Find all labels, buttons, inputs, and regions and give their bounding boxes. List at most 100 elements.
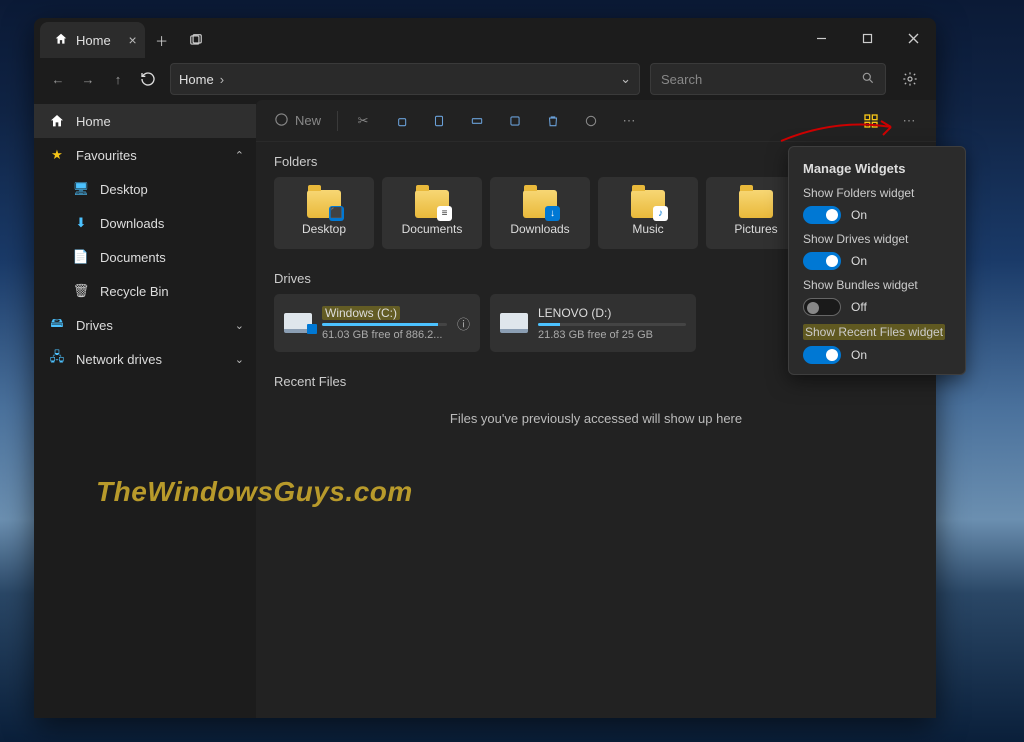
drive-item[interactable]: Windows (C:) 61.03 GB free of 886.2... ⓘ [274,294,480,352]
back-button[interactable]: ← [44,65,72,93]
chevron-up-icon[interactable]: ⌃ [235,149,244,162]
cut-button[interactable]: ✂ [346,106,380,136]
circle-plus-icon [274,112,289,130]
navbar: ← → ↑ Home › ⌄ Search [34,58,936,100]
toggle-switch[interactable] [803,252,841,270]
up-button[interactable]: ↑ [104,65,132,93]
toggle-value: Off [851,300,867,314]
manage-widgets-button[interactable] [854,106,888,136]
popup-option-label: Show Recent Files widget [803,324,945,340]
search-placeholder: Search [661,72,702,87]
sidebar-item-home[interactable]: Home [34,104,256,138]
folder-icon: ⬇ [72,215,90,231]
sidebar-item-label: Drives [76,318,113,333]
share-button[interactable] [498,106,532,136]
more-icon: ⋯ [903,113,916,129]
close-tab-icon[interactable]: × [129,32,137,48]
paste-button[interactable] [422,106,456,136]
drive-icon [284,313,312,333]
folder-icon: ↓ [523,190,557,218]
new-tab-button[interactable]: ＋ [145,22,179,58]
folder-label: Desktop [302,222,346,236]
popup-option-row: On [803,206,951,224]
copy-button[interactable] [384,106,418,136]
minimize-button[interactable] [798,18,844,58]
file-explorer-window: Home × ＋ ← → ↑ Home › ⌄ Search [34,18,936,718]
chevron-down-icon[interactable]: ⌄ [620,71,631,87]
popup-option-label: Show Drives widget [803,232,951,246]
drive-free-text: 61.03 GB free of 886.2... [322,329,447,341]
folder-icon: ♪ [631,190,665,218]
toggle-value: On [851,208,867,222]
maximize-button[interactable] [844,18,890,58]
sidebar-item-documents[interactable]: 📄 Documents [34,240,256,274]
tab-label: Home [76,33,111,48]
sidebar-item-recycle-bin[interactable]: 🗑 Recycle Bin [34,274,256,308]
folder-documents[interactable]: ≡ Documents [382,177,482,249]
toolbar: New ✂ ⋯ ⋯ [256,100,936,142]
folder-label: Downloads [510,222,569,236]
folder-desktop[interactable]: ⬛ Desktop [274,177,374,249]
sidebar-item-label: Network drives [76,352,162,367]
search-icon [861,71,875,88]
window-controls [798,18,936,58]
new-label: New [295,113,321,128]
cut-icon: ✂ [358,113,369,129]
sidebar-item-label: Recycle Bin [100,284,169,299]
star-icon: ★ [48,147,66,163]
toolbar-more-button[interactable]: ⋯ [892,106,926,136]
sidebar-item-downloads[interactable]: ⬇Downloads [34,206,256,240]
home-icon [54,32,68,49]
sidebar-item-label: Favourites [76,148,137,163]
search-input[interactable]: Search [650,63,886,95]
breadcrumb-path[interactable]: Home › ⌄ [170,63,640,95]
manage-widgets-popup: Manage Widgets Show Folders widget On Sh… [788,146,966,375]
sidebar-item-drives[interactable]: 🖴 Drives ⌄ [34,308,256,342]
sidebar-item-favourites[interactable]: ★ Favourites ⌃ [34,138,256,172]
more-icon: ⋯ [623,113,636,129]
toggle-switch[interactable] [803,206,841,224]
tab-home[interactable]: Home × [40,22,145,58]
rename-button[interactable] [460,106,494,136]
toggle-value: On [851,254,867,268]
bin-icon: 🗑 [72,283,90,299]
chevron-down-icon[interactable]: ⌄ [235,319,244,332]
breadcrumb-text: Home [179,72,214,87]
chevron-right-icon: › [220,72,224,87]
more-button[interactable]: ⋯ [612,106,646,136]
folder-icon [739,190,773,218]
close-window-button[interactable] [890,18,936,58]
refresh-button[interactable] [134,65,162,93]
folder-label: Pictures [734,222,777,236]
info-icon[interactable]: ⓘ [457,314,470,333]
drive-icon [500,313,528,333]
folder-icon: 📄 [72,249,90,265]
chevron-down-icon[interactable]: ⌄ [235,353,244,366]
folder-label: Documents [402,222,463,236]
settings-button[interactable] [894,63,926,95]
separator [337,111,338,131]
sidebar-item-desktop[interactable]: 🖥Desktop [34,172,256,206]
drive-item[interactable]: LENOVO (D:) 21.83 GB free of 25 GB [490,294,696,352]
new-button[interactable]: New [266,106,329,136]
popup-option-row: On [803,252,951,270]
sidebar: Home ★ Favourites ⌃ 🖥Desktop ⬇Downloads … [34,100,256,718]
sidebar-item-network[interactable]: 🖧 Network drives ⌄ [34,342,256,376]
toggle-switch[interactable] [803,346,841,364]
home-icon [48,113,66,129]
tab-overview-button[interactable] [179,22,213,58]
toggle-value: On [851,348,867,362]
folder-downloads[interactable]: ↓ Downloads [490,177,590,249]
forward-button[interactable]: → [74,65,102,93]
delete-button[interactable] [536,106,570,136]
folder-icon: ≡ [415,190,449,218]
sidebar-item-label: Documents [100,250,166,265]
folder-music[interactable]: ♪Music [598,177,698,249]
watermark: TheWindowsGuys.com [96,476,413,508]
toggle-switch[interactable] [803,298,841,316]
sidebar-item-label: Desktop [100,182,148,197]
drive-free-text: 21.83 GB free of 25 GB [538,329,686,341]
folder-icon: ⬛ [307,190,341,218]
properties-button[interactable] [574,106,608,136]
popup-option-label: Show Bundles widget [803,278,951,292]
